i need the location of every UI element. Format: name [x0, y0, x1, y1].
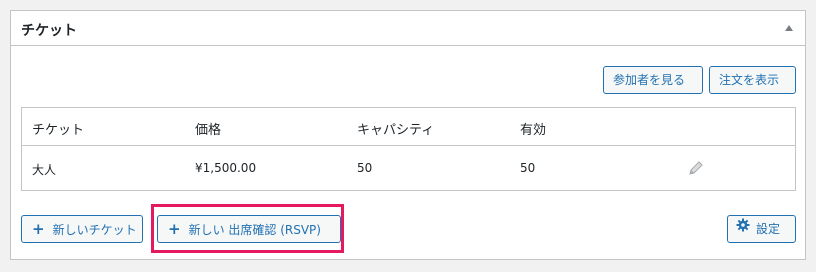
- new-ticket-button[interactable]: + 新しいチケット: [21, 215, 143, 243]
- gear-icon: [736, 215, 750, 241]
- plus-icon: +: [168, 220, 181, 238]
- new-ticket-label: 新しいチケット: [52, 223, 137, 237]
- panel-header: チケット: [11, 11, 805, 46]
- new-rsvp-label: 新しい 出席確認 (RSVP): [188, 223, 321, 237]
- tickets-panel: チケット 参加者を見る 注文を表示 チケット 価格 キャパシティ 有効 大人 ¥…: [10, 10, 806, 260]
- table-header: チケット 価格 キャパシティ 有効: [22, 108, 795, 146]
- ticket-name: 大人: [32, 163, 57, 177]
- settings-button[interactable]: 設定: [727, 215, 796, 243]
- tickets-table: チケット 価格 キャパシティ 有効 大人 ¥1,500.00 50 50: [21, 107, 796, 191]
- plus-icon: +: [32, 220, 45, 238]
- settings-label: 設定: [756, 222, 781, 236]
- new-rsvp-button[interactable]: + 新しい 出席確認 (RSVP): [157, 215, 341, 243]
- pencil-icon[interactable]: [686, 158, 706, 178]
- column-header-available: 有効: [520, 123, 547, 138]
- caret-up-icon[interactable]: [785, 25, 793, 31]
- ticket-available: 50: [520, 161, 536, 175]
- view-attendees-button[interactable]: 参加者を見る: [603, 66, 703, 94]
- column-header-capacity: キャパシティ: [357, 123, 435, 138]
- view-orders-button[interactable]: 注文を表示: [709, 66, 796, 94]
- ticket-price: ¥1,500.00: [195, 161, 257, 175]
- column-header-price: 価格: [195, 123, 222, 138]
- ticket-capacity: 50: [357, 161, 373, 175]
- panel-title: チケット: [21, 23, 77, 39]
- column-header-ticket: チケット: [32, 123, 85, 138]
- table-row: 大人 ¥1,500.00 50 50: [22, 146, 795, 191]
